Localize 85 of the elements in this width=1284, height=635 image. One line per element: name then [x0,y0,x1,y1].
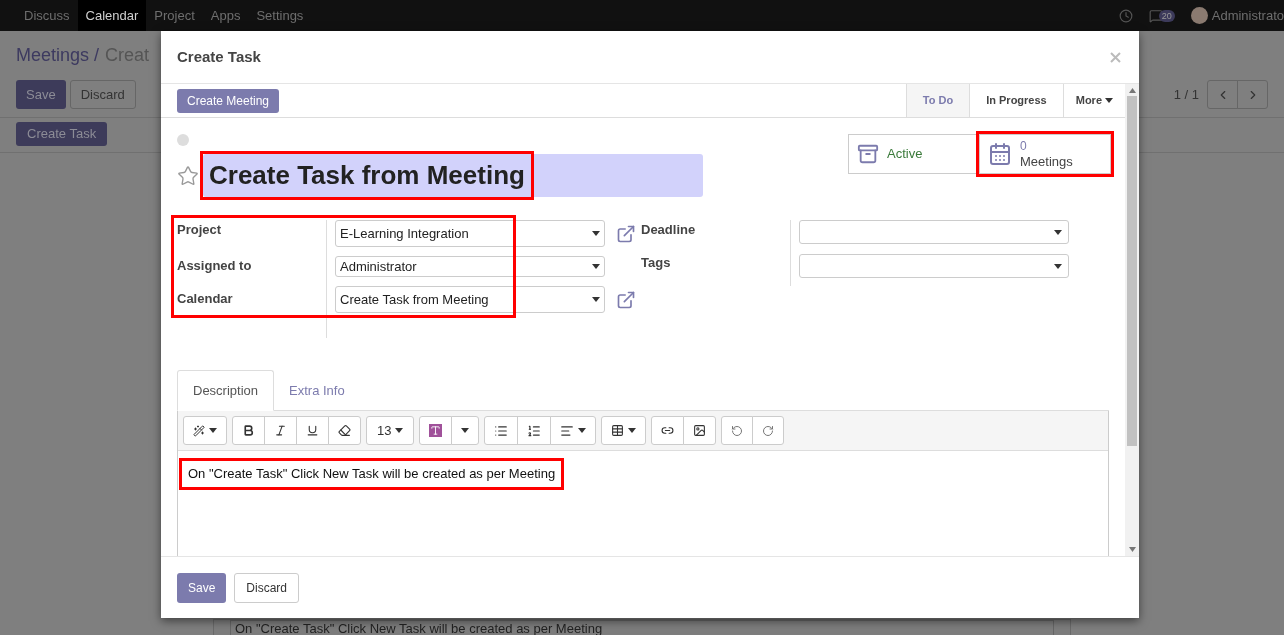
clock-icon[interactable] [1118,8,1133,23]
external-link-icon[interactable] [616,289,636,310]
undo-icon [731,424,744,437]
underline-button[interactable] [296,416,329,445]
scroll-down-icon[interactable] [1128,547,1136,552]
table-icon [611,424,625,437]
select-field[interactable]: Administrator [335,256,605,277]
form-tab[interactable]: Description [177,370,275,411]
field-label: Deadline [641,222,696,237]
message-count-badge: 20 [1158,9,1175,22]
scrollbar[interactable] [1125,84,1139,556]
note-text: On "Create Task" Click New Task will be created as per Meeting [230,620,1054,635]
select-field[interactable]: E-Learning Integration [335,220,605,247]
external-link-icon[interactable] [616,223,636,244]
caret-icon [209,428,217,433]
caret-icon [592,297,600,302]
select-field[interactable] [799,254,1069,278]
color-dropdown-button[interactable] [451,416,480,445]
caret-icon [592,264,600,269]
image-button[interactable] [683,416,717,445]
caret-icon [1105,98,1113,103]
discard-button[interactable]: Discard [234,572,300,603]
chat-icon[interactable] [1148,8,1163,23]
caret-icon [1054,229,1062,235]
bullet-list-icon [494,423,509,438]
redo-icon [762,424,775,437]
caret-icon [628,428,637,433]
numbered-list-icon [527,423,542,438]
nav-menu-item[interactable]: Calendar [77,0,147,31]
user-name[interactable]: Administrato [1211,5,1284,26]
bullet-list-button[interactable] [484,416,519,445]
smart-button[interactable]: 0 Meetings [979,134,1111,174]
stage-button[interactable]: To Do [906,84,971,117]
avatar-icon[interactable] [1190,7,1208,24]
caret-icon [1054,263,1062,269]
bold-icon [242,424,255,437]
field-label: Tags [641,255,671,270]
description-text[interactable]: On "Create Task" Click New Task will be created as per Meeting [182,461,562,487]
save-button[interactable]: Save [16,80,66,109]
numbered-list-button[interactable] [517,416,552,445]
table-button[interactable] [601,416,647,445]
dialog-title: Create Task [177,46,261,67]
select-field[interactable]: Create Task from Meeting [335,286,605,313]
align-button[interactable] [550,416,597,445]
caret-icon [461,428,470,433]
font-size-dropdown[interactable]: 13 [366,416,415,445]
create-task-button[interactable]: Create Task [16,122,108,146]
link-icon [661,424,675,437]
field-label: Project [177,222,222,237]
caret-icon [578,428,587,433]
caret-icon [592,231,600,236]
form-tab[interactable]: Extra Info [274,370,360,411]
italic-icon [274,424,287,437]
redo-button[interactable] [752,416,785,445]
underline-icon [306,424,319,437]
star-icon[interactable] [177,164,199,187]
discard-button[interactable]: Discard [69,80,136,109]
magic-wand-icon [193,424,205,437]
font-color-icon [429,424,443,437]
save-button[interactable]: Save [177,572,227,603]
eraser-icon [338,424,351,437]
align-left-icon [560,423,575,438]
scroll-up-icon[interactable] [1128,88,1136,93]
eraser-button[interactable] [328,416,361,445]
caret-icon [395,428,404,433]
pager-text: 1 / 1 [1173,85,1199,104]
create-meeting-button[interactable]: Create Meeting [177,88,280,113]
select-field[interactable] [799,220,1069,244]
magic-wand-button[interactable] [183,416,227,445]
calendar-icon [988,142,1012,166]
nav-menu-item[interactable]: Project [146,0,203,31]
bold-button[interactable] [232,416,265,445]
nav-menu-item[interactable]: Apps [202,0,249,31]
nav-menu-item[interactable]: Discuss [16,0,78,31]
more-dropdown[interactable]: More [1063,84,1125,117]
field-label: Assigned to [177,258,252,273]
smart-button-label: Meetings [1020,154,1073,169]
field-label: Calendar [177,291,233,306]
link-button[interactable] [651,416,685,445]
smart-button-label: Active [887,145,923,164]
nav-menu-item[interactable]: Settings [248,0,312,31]
font-color-button[interactable] [419,416,453,445]
image-icon [693,424,707,437]
archive-icon [857,143,879,165]
meeting-count: 0 [1020,139,1028,154]
